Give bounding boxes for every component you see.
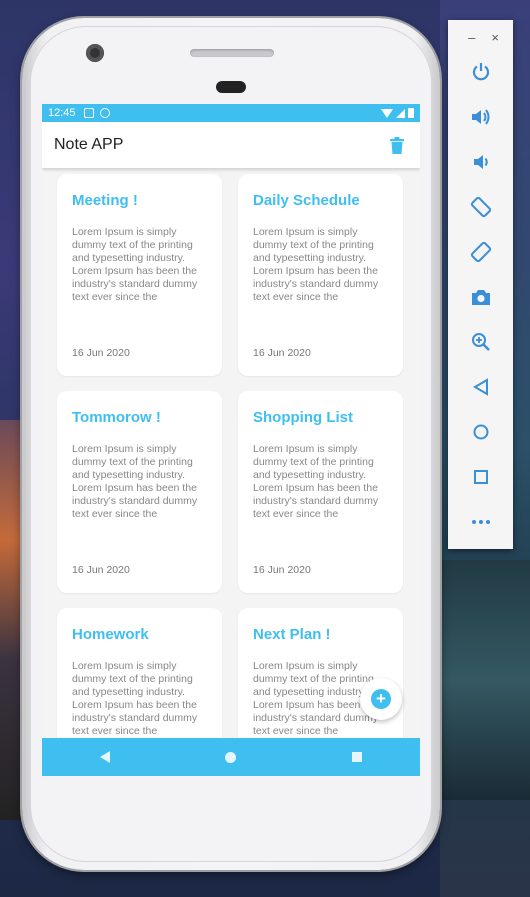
device-screen: 12:45 Note APP Meeting ! Lorem Ipsum is … xyxy=(42,104,420,776)
volume-down-button[interactable] xyxy=(448,142,513,182)
power-button[interactable] xyxy=(448,52,513,92)
note-title: Homework xyxy=(72,626,149,643)
note-date: 16 Jun 2020 xyxy=(72,347,130,359)
home-button[interactable] xyxy=(448,412,513,452)
note-card[interactable]: Tommorow ! Lorem Ipsum is simply dummy t… xyxy=(57,391,222,593)
close-button[interactable]: × xyxy=(491,30,499,45)
nav-home-icon[interactable] xyxy=(225,751,237,763)
volume-down-icon xyxy=(473,155,488,169)
status-bar: 12:45 xyxy=(42,104,420,122)
overview-button[interactable] xyxy=(448,457,513,497)
rotate-right-icon xyxy=(470,241,491,263)
app-title: Note APP xyxy=(54,136,124,153)
note-date: 16 Jun 2020 xyxy=(253,347,311,359)
plus-icon: + xyxy=(371,689,391,709)
note-date: 16 Jun 2020 xyxy=(253,564,311,576)
status-time: 12:45 xyxy=(48,107,76,119)
earpiece-speaker xyxy=(190,49,274,57)
overview-icon xyxy=(473,470,488,484)
toolbar-header: – × xyxy=(448,20,513,54)
volume-up-button[interactable] xyxy=(448,97,513,137)
minimize-button[interactable]: – xyxy=(468,30,475,45)
power-icon xyxy=(472,63,489,81)
zoom-icon xyxy=(471,333,490,351)
volume-up-icon xyxy=(471,109,489,125)
background-structure xyxy=(440,560,530,800)
rotate-left-icon xyxy=(470,196,491,218)
trash-icon[interactable] xyxy=(386,134,408,156)
zoom-button[interactable] xyxy=(448,322,513,362)
note-title: Next Plan ! xyxy=(253,626,331,643)
note-date: 16 Jun 2020 xyxy=(72,564,130,576)
app-bar: Note APP xyxy=(42,122,420,168)
note-body: Lorem Ipsum is simply dummy text of the … xyxy=(72,660,198,737)
note-body: Lorem Ipsum is simply dummy text of the … xyxy=(253,443,379,520)
note-title: Tommorow ! xyxy=(72,409,161,426)
home-icon xyxy=(473,424,488,440)
more-button[interactable] xyxy=(448,502,513,542)
camera-icon xyxy=(471,290,490,305)
emulator-toolbar: – × xyxy=(448,20,513,549)
signal-icon xyxy=(396,108,405,118)
more-icon xyxy=(471,520,490,524)
note-title: Daily Schedule xyxy=(253,192,360,209)
note-body: Lorem Ipsum is simply dummy text of the … xyxy=(72,226,198,303)
add-note-button[interactable]: + xyxy=(360,678,402,720)
navigation-bar xyxy=(42,738,420,776)
note-card[interactable]: Daily Schedule Lorem Ipsum is simply dum… xyxy=(238,174,403,376)
rotate-right-button[interactable] xyxy=(448,232,513,272)
back-icon xyxy=(472,378,488,396)
note-card[interactable]: Shopping List Lorem Ipsum is simply dumm… xyxy=(238,391,403,593)
front-camera xyxy=(86,44,104,62)
rotate-left-button[interactable] xyxy=(448,187,513,227)
note-body: Lorem Ipsum is simply dummy text of the … xyxy=(253,226,379,303)
nav-overview-icon[interactable] xyxy=(352,752,363,762)
screenshot-button[interactable] xyxy=(448,277,513,317)
note-title: Meeting ! xyxy=(72,192,138,209)
back-button[interactable] xyxy=(448,367,513,407)
status-indicators xyxy=(381,108,414,118)
nav-back-icon[interactable] xyxy=(99,751,110,763)
wifi-icon xyxy=(381,108,393,118)
note-body: Lorem Ipsum is simply dummy text of the … xyxy=(72,443,198,520)
sync-icon xyxy=(99,108,110,118)
notification-icon xyxy=(83,108,94,118)
note-title: Shopping List xyxy=(253,409,353,426)
battery-icon xyxy=(408,108,414,118)
proximity-sensor xyxy=(216,81,246,93)
note-card[interactable]: Meeting ! Lorem Ipsum is simply dummy te… xyxy=(57,174,222,376)
